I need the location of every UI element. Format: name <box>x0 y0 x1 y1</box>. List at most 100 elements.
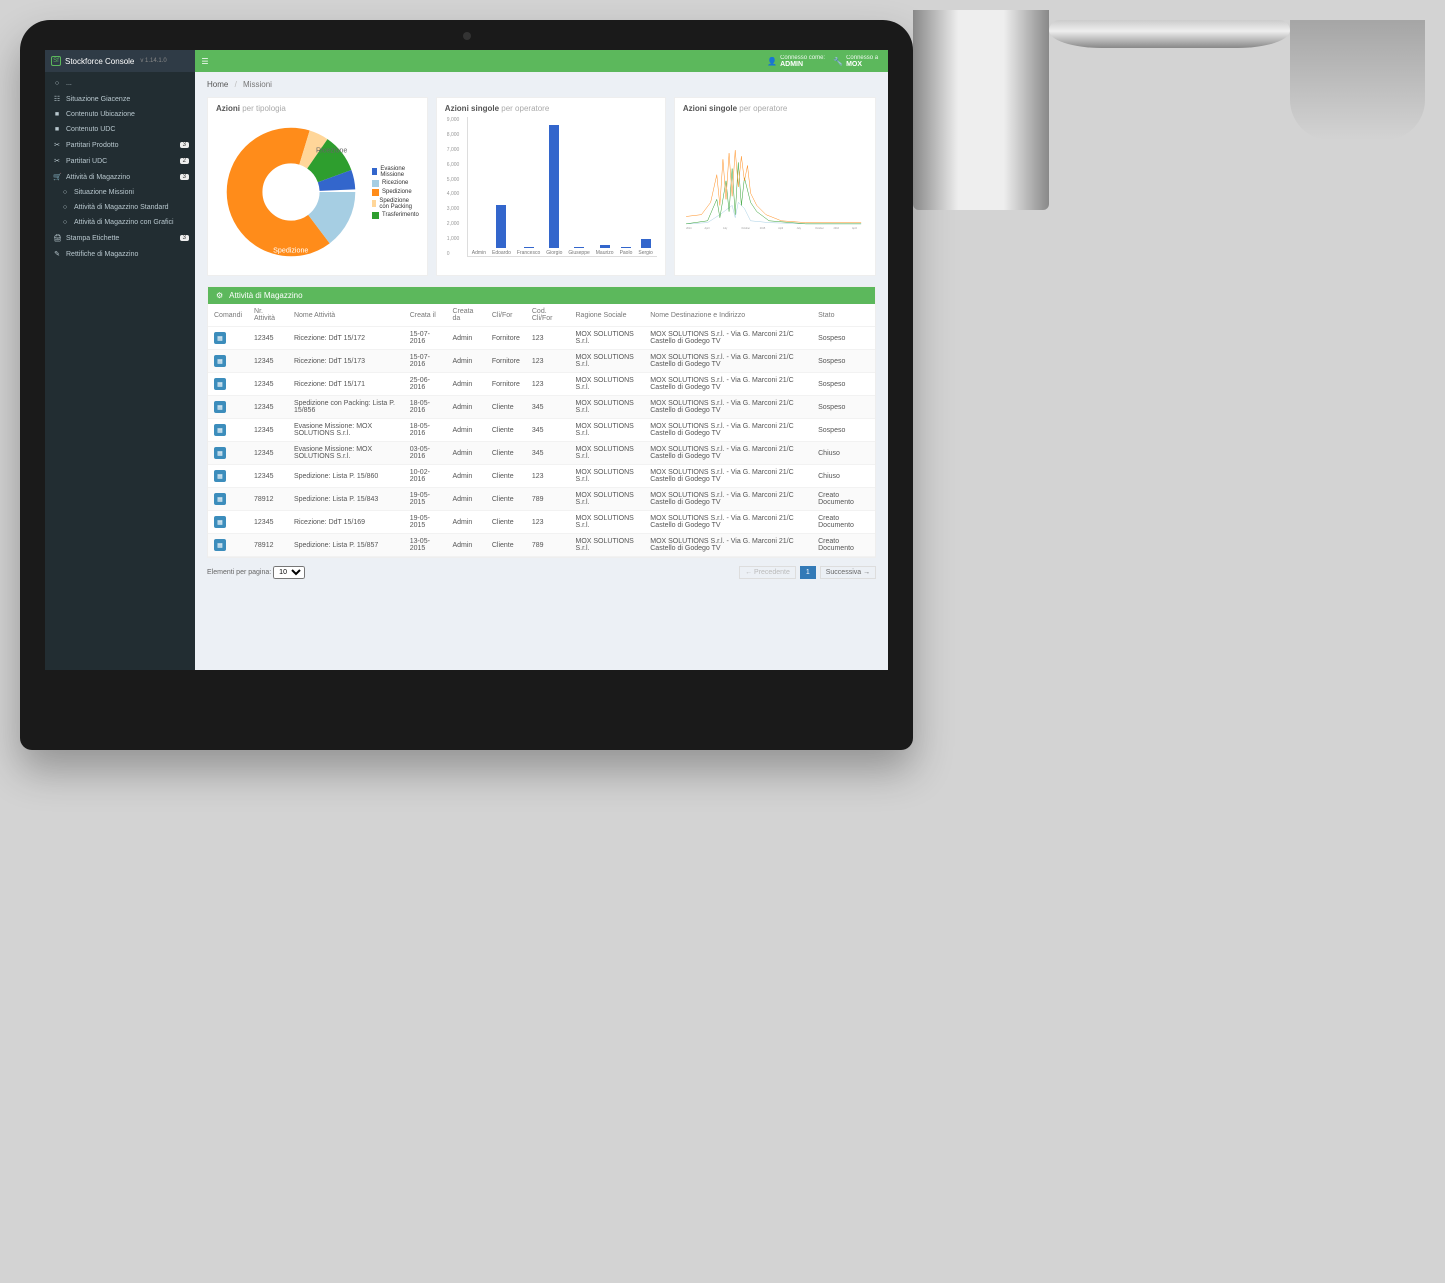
bar-label: Sergio <box>638 250 652 256</box>
legend-swatch <box>372 189 379 196</box>
bar-label: Giuseppe <box>568 250 589 256</box>
sidebar-item-6[interactable]: 🛒Attività di Magazzino3 <box>45 169 195 185</box>
sidebar-icon: ☷ <box>53 95 61 103</box>
row-command-button[interactable]: ▦ <box>214 424 226 436</box>
table-cell: MOX SOLUTIONS S.r.l. <box>570 373 645 396</box>
table-cell: 12345 <box>248 396 288 419</box>
donut-label-spedizione: Spedizione <box>273 247 308 255</box>
row-command-button[interactable]: ▦ <box>214 332 226 344</box>
table-header[interactable]: Ragione Sociale <box>570 304 645 327</box>
svg-text:October: October <box>741 227 750 230</box>
bar-label: Francesco <box>517 250 540 256</box>
table-cell: MOX SOLUTIONS S.r.l. <box>570 442 645 465</box>
legend-label: Ricezione <box>382 180 408 186</box>
table-cell: Sospeso <box>812 419 875 442</box>
legend-item: Evasione Missione <box>372 166 419 178</box>
breadcrumb: Home / Missioni <box>195 72 888 97</box>
row-command-button[interactable]: ▦ <box>214 470 226 482</box>
table-header[interactable]: Nr. Attività <box>248 304 288 327</box>
bar-col: Francesco <box>517 247 540 256</box>
table-cell: MOX SOLUTIONS S.r.l. <box>570 327 645 350</box>
bar <box>496 205 506 248</box>
legend-swatch <box>372 212 379 219</box>
table-cell: Fornitore <box>486 373 526 396</box>
panel-attivita: ⚙ Attività di Magazzino ComandiNr. Attiv… <box>207 286 876 558</box>
topbar-user-label: Connesso come: <box>780 55 825 61</box>
gear-icon[interactable]: ⚙ <box>216 291 223 300</box>
table-header[interactable]: Comandi <box>208 304 248 327</box>
line-chart: 2014AprilJulyOctober2015AprilJulyOctober… <box>683 117 867 267</box>
table-cell: 03-05-2016 <box>404 442 447 465</box>
table-cell: 123 <box>526 373 570 396</box>
topbar-user[interactable]: 👤 Connesso come: ADMIN <box>767 55 825 68</box>
sidebar-item-10[interactable]: 🖨Stampa Etichette3 <box>45 230 195 246</box>
sidebar: ○...☷Situazione Giacenze■Contenuto Ubica… <box>45 72 195 670</box>
table-cell: 15-07-2016 <box>404 327 447 350</box>
bar-col: Paolo <box>620 247 633 256</box>
legend-swatch <box>372 200 376 207</box>
table-cell: 12345 <box>248 350 288 373</box>
row-command-button[interactable]: ▦ <box>214 493 226 505</box>
monitor-base <box>1049 20 1290 48</box>
sidebar-item-2[interactable]: ■Contenuto Ubicazione <box>45 107 195 122</box>
table-header[interactable]: Creata da <box>446 304 485 327</box>
table-cell: Admin <box>446 511 485 534</box>
table-cell: 345 <box>526 442 570 465</box>
row-command-button[interactable]: ▦ <box>214 401 226 413</box>
row-command-button[interactable]: ▦ <box>214 539 226 551</box>
table-header[interactable]: Cod. Cli/For <box>526 304 570 327</box>
table-cell: Creato Documento <box>812 488 875 511</box>
activity-table: ComandiNr. AttivitàNome AttivitàCreata i… <box>208 304 875 557</box>
row-command-button[interactable]: ▦ <box>214 378 226 390</box>
row-command-button[interactable]: ▦ <box>214 355 226 367</box>
sidebar-item-9[interactable]: ○Attività di Magazzino con Grafici <box>45 215 195 230</box>
table-header[interactable]: Nome Destinazione e Indirizzo <box>644 304 812 327</box>
table-cell: MOX SOLUTIONS S.r.l. - Via G. Marconi 21… <box>644 511 812 534</box>
table-header[interactable]: Stato <box>812 304 875 327</box>
table-row: ▦12345Evasione Missione: MOX SOLUTIONS S… <box>208 442 875 465</box>
sidebar-badge: 3 <box>180 142 189 148</box>
pager-next[interactable]: Successiva → <box>820 566 876 579</box>
sidebar-item-3[interactable]: ■Contenuto UDC <box>45 122 195 137</box>
topbar-connection[interactable]: 🔧 Connesso a MOX <box>833 55 878 68</box>
sidebar-item-0[interactable]: ○... <box>45 76 195 91</box>
breadcrumb-home[interactable]: Home <box>207 80 228 89</box>
table-cell: Sospeso <box>812 350 875 373</box>
table-row: ▦12345Ricezione: DdT 15/16919-05-2015Adm… <box>208 511 875 534</box>
table-cell: Ricezione: DdT 15/172 <box>288 327 404 350</box>
bar-col: Admin <box>472 248 486 256</box>
table-header[interactable]: Creata il <box>404 304 447 327</box>
sidebar-item-11[interactable]: ✎Rettifiche di Magazzino <box>45 246 195 262</box>
table-header[interactable]: Cli/For <box>486 304 526 327</box>
table-header[interactable]: Nome Attività <box>288 304 404 327</box>
sidebar-item-7[interactable]: ○Situazione Missioni <box>45 185 195 200</box>
bar <box>600 245 610 248</box>
pager-prev[interactable]: ← Precedente <box>739 566 796 579</box>
table-cell: 18-05-2016 <box>404 419 447 442</box>
sidebar-label: Contenuto UDC <box>66 126 115 133</box>
sidebar-item-4[interactable]: ✂Partitari Prodotto3 <box>45 137 195 153</box>
table-cell: MOX SOLUTIONS S.r.l. <box>570 396 645 419</box>
per-page-select[interactable]: 10 <box>273 566 305 579</box>
sidebar-item-8[interactable]: ○Attività di Magazzino Standard <box>45 200 195 215</box>
table-row: ▦12345Spedizione con Packing: Lista P. 1… <box>208 396 875 419</box>
sidebar-item-5[interactable]: ✂Partitari UDC2 <box>45 153 195 169</box>
row-command-button[interactable]: ▦ <box>214 516 226 528</box>
sidebar-item-1[interactable]: ☷Situazione Giacenze <box>45 91 195 107</box>
sidebar-label: Partitari UDC <box>66 158 107 165</box>
table-cell: Admin <box>446 327 485 350</box>
topbar-user-name: ADMIN <box>780 61 825 68</box>
card-azioni-operatore-line: Azioni singole per operatore 2014AprilJu… <box>674 97 876 276</box>
row-command-button[interactable]: ▦ <box>214 447 226 459</box>
table-cell: 789 <box>526 534 570 557</box>
table-cell: Creato Documento <box>812 534 875 557</box>
table-cell: Admin <box>446 465 485 488</box>
table-row: ▦12345Ricezione: DdT 15/17125-06-2016Adm… <box>208 373 875 396</box>
table-cell: Admin <box>446 373 485 396</box>
pager-page-1[interactable]: 1 <box>800 566 816 579</box>
table-row: ▦78912Spedizione: Lista P. 15/85713-05-2… <box>208 534 875 557</box>
table-cell: Spedizione: Lista P. 15/860 <box>288 465 404 488</box>
menu-toggle-button[interactable]: ☰ <box>195 57 215 66</box>
brand[interactable]: Sf Stockforce Console v 1.14.1.0 <box>45 50 195 72</box>
card-azioni-operatore-bar: Azioni singole per operatore 9,0008,0007… <box>436 97 666 276</box>
